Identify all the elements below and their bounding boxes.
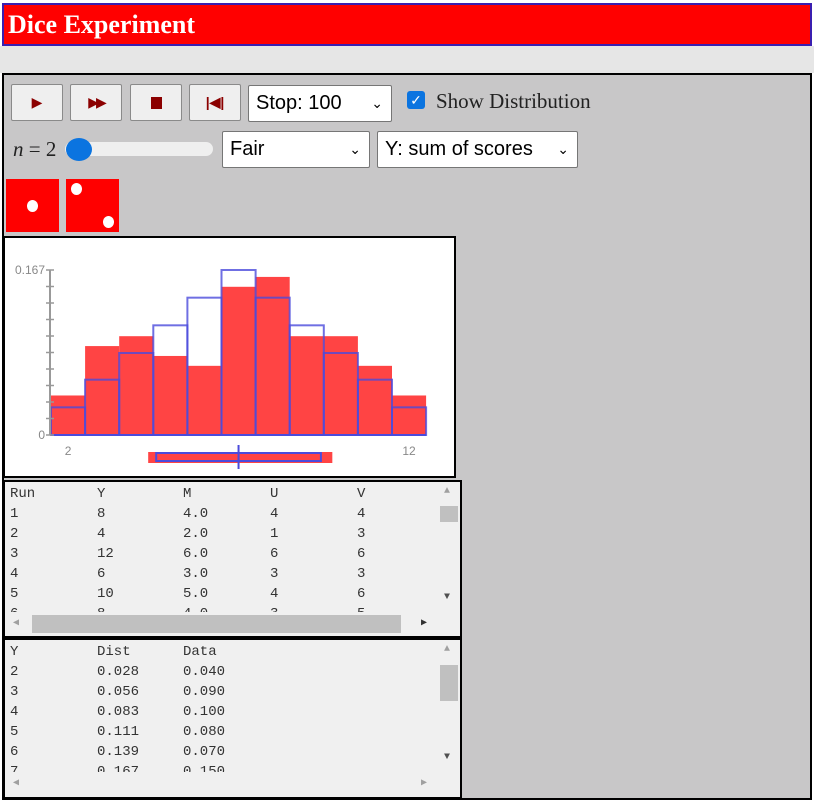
fast-forward-icon: ▶▶	[88, 94, 106, 110]
table-cell: 6.0	[183, 546, 209, 562]
table-cell: 3	[357, 526, 366, 542]
table-cell: 4	[97, 526, 106, 542]
die-1	[6, 179, 59, 232]
tick-label: 2	[65, 444, 72, 458]
table-cell: 0.083	[97, 704, 140, 720]
table-cell: 0.070	[183, 744, 226, 760]
table-cell: 5	[10, 586, 19, 602]
run-table[interactable]: Run Y M U V 1 8 4.0 4 4 2 4 2.0 1 3 3 12 6.0 6 6 4 6 3.0 3 3 5 10 5…	[3, 480, 462, 638]
table-cell: 3	[10, 684, 19, 700]
table-cell: 2	[10, 526, 19, 542]
data-bar	[51, 395, 86, 435]
table-cell: 5	[10, 724, 19, 740]
stop-select[interactable]: Stop: 100 ⌄	[248, 85, 392, 122]
variable-select[interactable]: Y: sum of scores ⌄	[377, 131, 578, 168]
table-cell: 0.040	[183, 664, 226, 680]
spacer-band	[0, 46, 814, 73]
table-cell: 0.056	[97, 684, 140, 700]
table-cell: 3.0	[183, 566, 209, 582]
table-cell: 0.080	[183, 724, 226, 740]
table-cell: Y	[97, 486, 106, 502]
table-cell: U	[270, 486, 279, 502]
horizontal-scrollbar[interactable]: ◀ ▶	[5, 772, 438, 794]
stop-button[interactable]	[130, 84, 182, 121]
data-bar	[357, 365, 392, 435]
table-cell: 4	[10, 704, 19, 720]
show-distribution-checkbox[interactable]: ✓	[407, 91, 425, 109]
step-button[interactable]: ▶	[11, 84, 63, 121]
table-cell: 0.111	[97, 724, 140, 740]
chevron-down-icon: ⌄	[371, 95, 383, 111]
table-cell: Y	[10, 644, 19, 660]
tick-label: 0	[38, 428, 45, 442]
chevron-down-icon: ⌄	[349, 141, 361, 157]
table-cell: 8	[97, 506, 106, 522]
data-bar	[221, 286, 256, 435]
table-cell: 10	[97, 586, 114, 602]
table-cell: 6	[97, 566, 106, 582]
table-cell: 2.0	[183, 526, 209, 542]
stop-icon	[150, 96, 162, 109]
table-cell: 1	[10, 506, 19, 522]
table-cell: 6	[270, 546, 279, 562]
app-title: Dice Experiment	[2, 3, 812, 46]
chevron-down-icon: ⌄	[557, 141, 569, 157]
data-bar	[85, 346, 120, 435]
histogram-svg: 0.167 0 2 12	[15, 263, 428, 469]
table-cell: 4	[357, 506, 366, 522]
table-cell: 3	[10, 546, 19, 562]
data-bar	[392, 395, 427, 435]
distribution-table[interactable]: Y Dist Data 2 0.028 0.040 3 0.056 0.090 4 0.083 0.1…	[3, 638, 462, 799]
data-bar	[323, 336, 358, 435]
table-cell: 6	[357, 586, 366, 602]
table-cell: 0.090	[183, 684, 226, 700]
die-2	[66, 179, 119, 232]
table-cell: 4.0	[183, 506, 209, 522]
play-step-icon: ▶	[31, 94, 43, 110]
reset-icon: |◀|	[205, 94, 225, 110]
vertical-scrollbar[interactable]: ▲ ▼	[438, 640, 460, 772]
table-cell: Dist	[97, 644, 131, 660]
data-bar	[153, 355, 188, 435]
histogram-chart: 0.167 0 2 12	[3, 236, 456, 478]
n-label: n = 2	[13, 137, 57, 161]
table-cell: 1	[270, 526, 279, 542]
table-cell: 2	[10, 664, 19, 680]
table-cell: M	[183, 486, 192, 502]
table-cell: V	[357, 486, 366, 502]
data-bar	[119, 336, 154, 435]
n-slider-thumb[interactable]	[66, 138, 92, 161]
table-cell: 6	[357, 546, 366, 562]
table-cell: 0.139	[97, 744, 140, 760]
table-cell: 0.100	[183, 704, 226, 720]
stop-select-value: Stop: 100	[256, 92, 342, 114]
data-bar	[187, 365, 222, 435]
run-button[interactable]: ▶▶	[70, 84, 122, 121]
die-type-select[interactable]: Fair ⌄	[222, 131, 370, 168]
table-cell: 5.0	[183, 586, 209, 602]
reset-button[interactable]: |◀|	[189, 84, 241, 121]
horizontal-scrollbar[interactable]: ◀ ▶	[5, 612, 438, 634]
table-cell: 0.028	[97, 664, 140, 680]
table-cell: Run	[10, 486, 36, 502]
table-cell: Data	[183, 644, 217, 660]
table-cell: 3	[357, 566, 366, 582]
vertical-scrollbar[interactable]: ▲ ▼	[438, 482, 460, 614]
table-cell: 3	[270, 566, 279, 582]
tick-label: 0.167	[15, 263, 45, 277]
tick-label: 12	[402, 444, 416, 458]
table-cell: 4	[270, 506, 279, 522]
show-distribution-label: Show Distribution	[436, 89, 591, 113]
data-bar	[255, 276, 290, 435]
table-cell: 4	[270, 586, 279, 602]
data-bar	[289, 336, 324, 435]
table-cell: 12	[97, 546, 114, 562]
table-cell: 6	[10, 744, 19, 760]
table-cell: 4	[10, 566, 19, 582]
